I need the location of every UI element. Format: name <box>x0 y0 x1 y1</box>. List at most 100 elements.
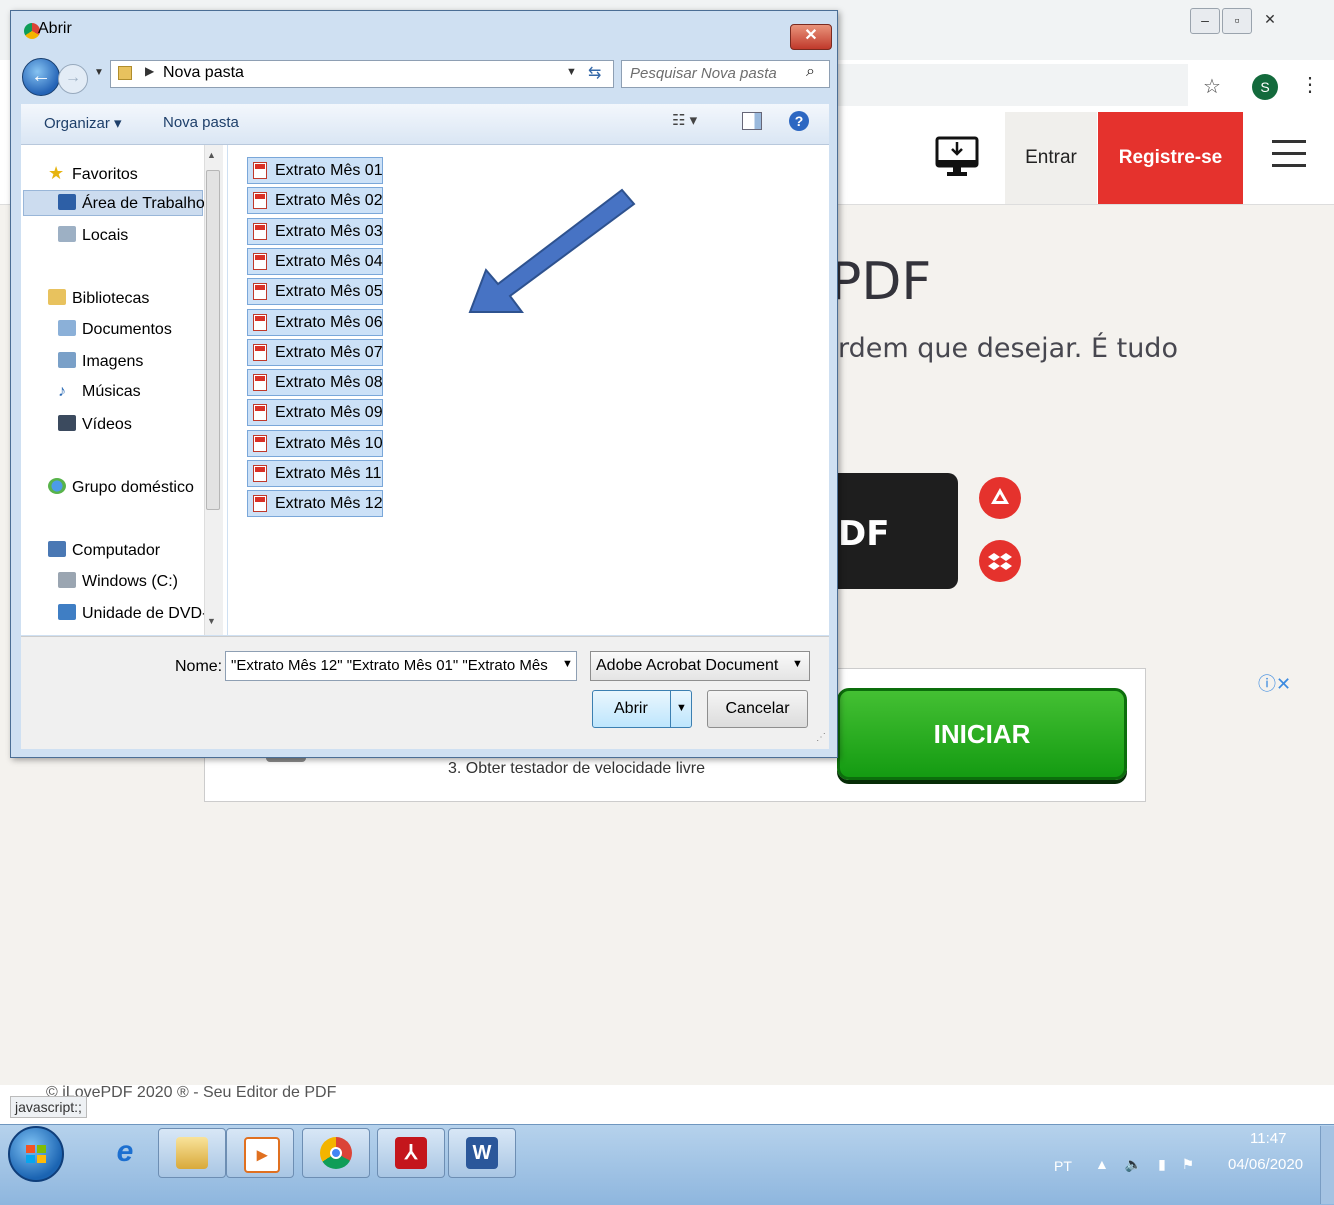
views-menu-icon[interactable]: ☷ ▾ <box>672 111 697 129</box>
clock-time[interactable]: 11:47 <box>1250 1130 1286 1147</box>
taskbar-adobe-acrobat[interactable]: ⅄ <box>377 1128 445 1178</box>
pdf-file-icon <box>253 374 267 391</box>
images-icon <box>58 352 76 368</box>
scroll-down-arrow-icon[interactable]: ▼ <box>207 616 216 626</box>
libraries-icon <box>48 289 66 305</box>
file-item[interactable]: Extrato Mês 07 <box>247 339 383 366</box>
language-indicator[interactable]: PT <box>1054 1158 1072 1174</box>
nav-item-documents[interactable]: Documentos <box>58 320 172 339</box>
pdf-file-icon <box>253 404 267 421</box>
word-icon: W <box>466 1137 498 1169</box>
file-name: Extrato Mês 10 <box>275 435 383 452</box>
file-item[interactable]: Extrato Mês 05 <box>247 278 383 305</box>
file-name: Extrato Mês 02 <box>275 192 383 209</box>
cancel-button[interactable]: Cancelar <box>707 690 808 728</box>
desktop-download-icon[interactable] <box>935 136 979 180</box>
folder-icon <box>118 66 132 80</box>
clock-date[interactable]: 04/06/2020 <box>1228 1156 1303 1173</box>
restore-button[interactable]: ▫ <box>1222 8 1252 34</box>
breadcrumb-chevron-icon[interactable]: ▶ <box>145 64 154 78</box>
pdf-file-icon <box>253 162 267 179</box>
nav-item-computer[interactable]: Computador <box>48 541 160 560</box>
file-item[interactable]: Extrato Mês 09 <box>247 399 383 426</box>
nav-item-homegroup[interactable]: Grupo doméstico <box>48 478 194 497</box>
start-button[interactable] <box>8 1126 64 1182</box>
nav-item-music[interactable]: ♪ Músicas <box>58 383 141 401</box>
breadcrumb-current-folder[interactable]: Nova pasta <box>163 64 244 82</box>
taskbar-file-explorer[interactable] <box>158 1128 226 1178</box>
system-tray-icons[interactable]: ▲ 🔈 ▮ ⚑ <box>1095 1156 1200 1173</box>
open-options-dropdown-icon[interactable]: ▼ <box>670 690 692 728</box>
file-item[interactable]: Extrato Mês 02 <box>247 187 383 214</box>
show-desktop-button[interactable] <box>1320 1126 1334 1204</box>
adobe-acrobat-icon: ⅄ <box>395 1137 427 1169</box>
file-name: Extrato Mês 01 <box>275 162 383 179</box>
nav-item-drive-c[interactable]: Windows (C:) <box>58 572 178 591</box>
google-drive-button[interactable] <box>979 477 1021 519</box>
profile-avatar[interactable]: S <box>1252 74 1278 100</box>
nav-item-dvd[interactable]: Unidade de DVD- <box>58 604 207 623</box>
taskbar-word[interactable]: W <box>448 1128 516 1178</box>
login-link[interactable]: Entrar <box>1005 112 1097 204</box>
bookmark-star-icon[interactable]: ☆ <box>1203 74 1221 99</box>
filetype-dropdown-icon[interactable]: ▼ <box>792 658 803 670</box>
refresh-icon[interactable]: ⇆ <box>588 63 601 83</box>
hamburger-menu-icon[interactable] <box>1272 140 1306 170</box>
history-dropdown-icon[interactable]: ▼ <box>94 67 104 78</box>
file-item[interactable]: Extrato Mês 10 <box>247 430 383 457</box>
internet-explorer-icon: e <box>116 1135 134 1168</box>
resize-grip-icon[interactable]: ⋰ <box>816 732 826 743</box>
back-button[interactable]: ← <box>22 58 60 96</box>
star-icon: ★ <box>48 163 65 183</box>
nav-scroll-thumb[interactable] <box>206 170 220 510</box>
file-item[interactable]: Extrato Mês 04 <box>247 248 383 275</box>
file-item[interactable]: Extrato Mês 01 <box>247 157 383 184</box>
file-item[interactable]: Extrato Mês 03 <box>247 218 383 245</box>
file-name: Extrato Mês 05 <box>275 283 383 300</box>
nav-item-desktop[interactable]: Área de Trabalho <box>58 194 205 213</box>
address-dropdown-icon[interactable]: ▼ <box>566 66 577 78</box>
nav-item-images[interactable]: Imagens <box>58 352 143 371</box>
dropbox-button[interactable] <box>979 540 1021 582</box>
search-placeholder: Pesquisar Nova pasta <box>630 65 777 82</box>
browser-menu-icon[interactable]: ⋮ <box>1300 72 1320 97</box>
filetype-select[interactable]: Adobe Acrobat Document <box>590 651 810 681</box>
ad-info-close-icon[interactable]: ⓘ✕ <box>1258 670 1291 696</box>
folder-icon <box>176 1137 208 1169</box>
signup-button[interactable]: Registre-se <box>1098 112 1243 204</box>
file-item[interactable]: Extrato Mês 12 <box>247 490 383 517</box>
documents-icon <box>58 320 76 336</box>
file-item[interactable]: Extrato Mês 11 <box>247 460 383 487</box>
nav-item-favorites[interactable]: ★ Favoritos <box>48 163 138 184</box>
file-item[interactable]: Extrato Mês 08 <box>247 369 383 396</box>
browser-close-button[interactable]: ✕ <box>1256 8 1284 32</box>
file-name: Extrato Mês 11 <box>275 465 382 482</box>
file-name: Extrato Mês 09 <box>275 404 383 421</box>
filename-label: Nome: <box>175 658 223 675</box>
search-icon[interactable]: ⌕ <box>806 63 815 81</box>
filename-dropdown-icon[interactable]: ▼ <box>562 658 573 670</box>
dialog-close-button[interactable]: ✕ <box>790 24 832 50</box>
pdf-file-icon <box>253 253 267 270</box>
organize-menu-button[interactable]: Organizar ▾ <box>44 114 122 132</box>
file-name: Extrato Mês 03 <box>275 223 383 240</box>
new-folder-button[interactable]: Nova pasta <box>163 114 239 131</box>
nav-item-libraries[interactable]: Bibliotecas <box>48 289 149 308</box>
browser-address-bar[interactable] <box>838 64 1188 106</box>
filename-input[interactable]: "Extrato Mês 12" "Extrato Mês 01" "Extra… <box>225 651 577 681</box>
pdf-file-icon <box>253 465 267 482</box>
nav-item-videos[interactable]: Vídeos <box>58 415 132 434</box>
ad-start-button[interactable]: INICIAR <box>837 688 1127 780</box>
preview-pane-icon[interactable] <box>742 112 762 130</box>
windows-logo-icon <box>26 1145 46 1163</box>
scroll-up-arrow-icon[interactable]: ▲ <box>207 150 216 160</box>
file-item[interactable]: Extrato Mês 06 <box>247 309 383 336</box>
forward-button[interactable]: → <box>58 64 88 94</box>
nav-item-places[interactable]: Locais <box>58 226 128 245</box>
help-icon[interactable]: ? <box>789 111 809 131</box>
taskbar-media-player[interactable]: ▸ <box>226 1128 294 1178</box>
taskbar-chrome[interactable] <box>302 1128 370 1178</box>
taskbar-internet-explorer[interactable]: e <box>92 1128 158 1176</box>
minimize-button[interactable]: – <box>1190 8 1220 34</box>
file-name: Extrato Mês 12 <box>275 495 383 512</box>
